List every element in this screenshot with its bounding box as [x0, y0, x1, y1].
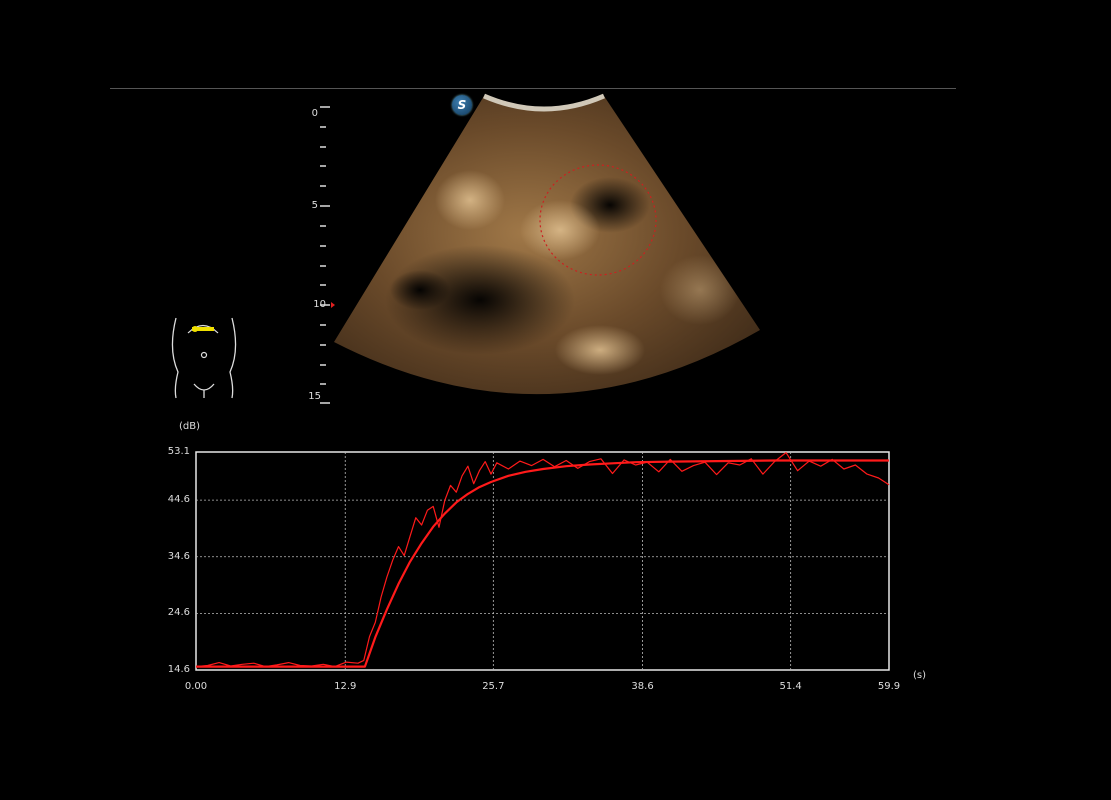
y-tick-label: 44.6 — [167, 494, 190, 506]
y-tick-label: 34.6 — [167, 550, 190, 562]
x-tick-label: 38.6 — [631, 681, 654, 692]
y-tick-label: 53.1 — [167, 446, 190, 457]
tic-chart — [195, 451, 890, 671]
x-tick-label: 59.9 — [877, 681, 901, 692]
series-raw-line — [195, 452, 890, 668]
plot-frame — [195, 451, 890, 671]
x-tick-label: 0.00 — [184, 681, 208, 692]
x-tick-label: 25.7 — [482, 681, 505, 692]
series-fit-line — [196, 459, 889, 668]
y-tick-label: 24.6 — [167, 607, 190, 619]
y-tick-label: 14.6 — [167, 664, 190, 675]
x-tick-label: 12.9 — [334, 681, 357, 692]
chart-series — [195, 452, 890, 668]
chart-grid — [196, 452, 889, 670]
x-tick-label: 51.4 — [779, 681, 802, 692]
